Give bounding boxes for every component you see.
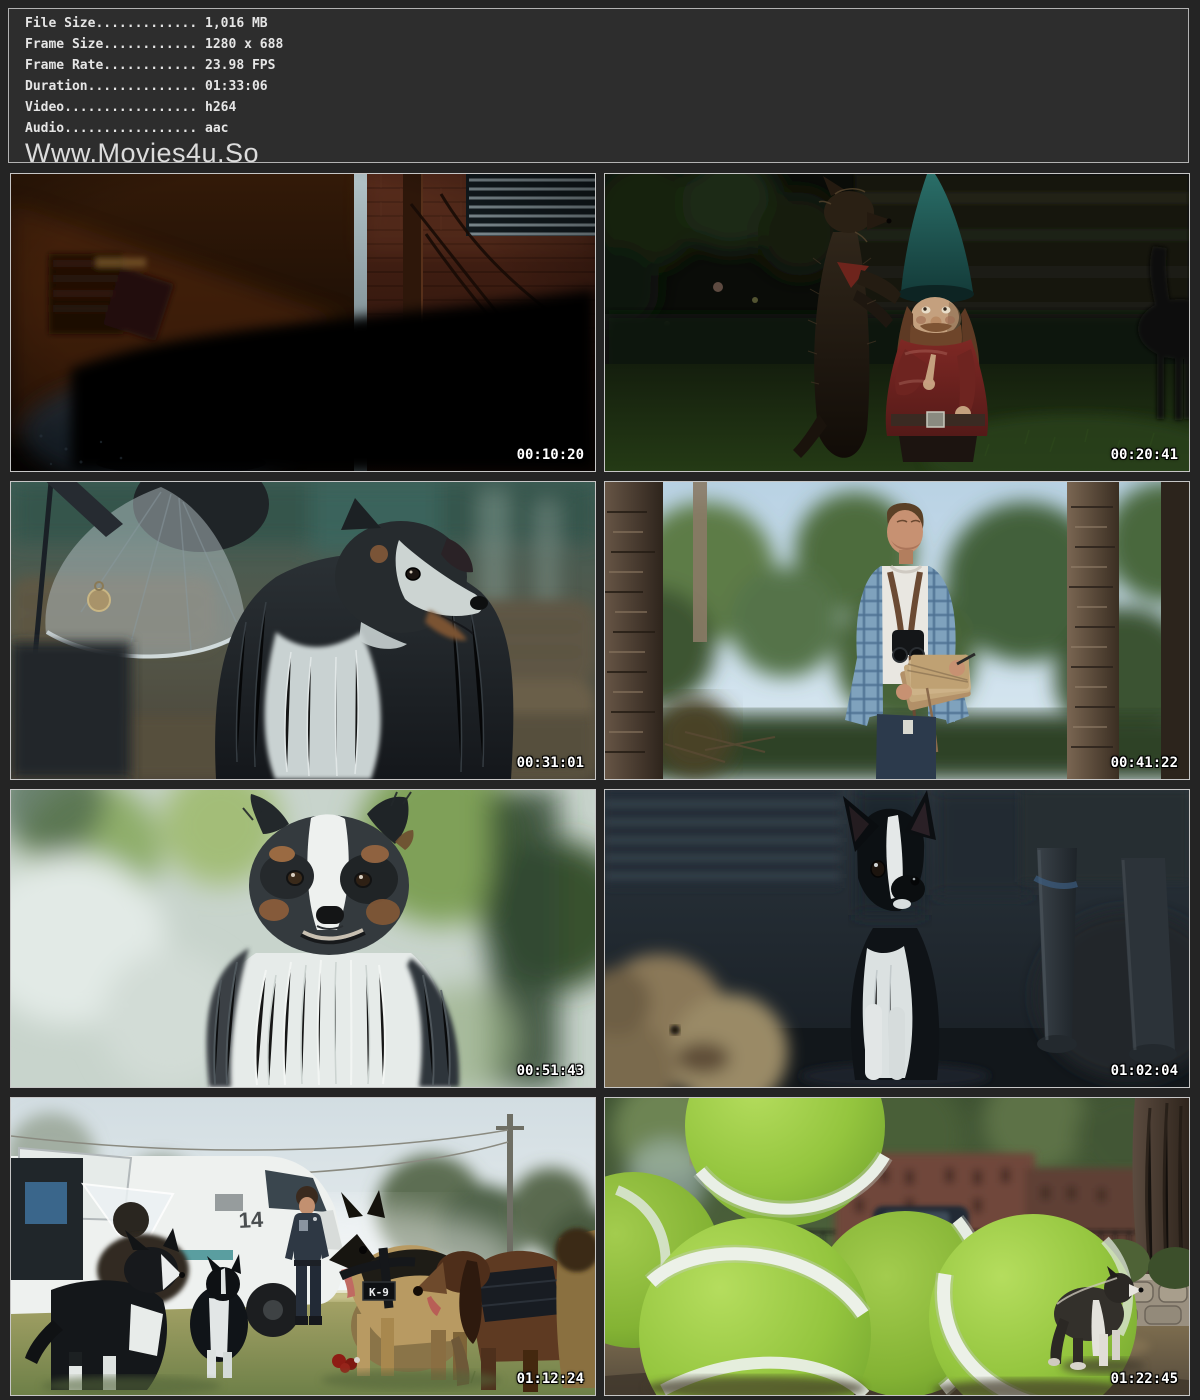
duty-belt — [294, 1260, 321, 1266]
k9-patch-label: K-9 — [369, 1286, 389, 1299]
info-frame-rate: Frame Rate............ 23.98 FPS — [25, 55, 1188, 76]
scene-art-forest-man — [605, 482, 1189, 779]
gnome-boots — [899, 436, 977, 462]
timestamp-overlay: 01:02:04 — [1111, 1063, 1178, 1079]
left-hand — [896, 684, 912, 700]
scene-art-gnome — [605, 174, 1189, 471]
tan-cheek-left — [259, 899, 289, 921]
background-slats — [605, 790, 840, 888]
timestamp-overlay: 01:22:45 — [1111, 1371, 1178, 1387]
pine-trunk-right — [1067, 482, 1119, 779]
timestamp-overlay: 00:51:43 — [517, 1063, 584, 1079]
screenshot-thumb-5[interactable]: 00:51:43 — [10, 789, 596, 1088]
info-video: Video................. h264 — [25, 97, 1188, 118]
info-audio: Audio................. aac — [25, 118, 1188, 139]
tan-brow-left — [269, 846, 295, 862]
boston-eye — [871, 861, 885, 877]
scene-art-aussie-portrait — [11, 790, 595, 1087]
info-frame-size: Frame Size............ 1280 x 688 — [25, 34, 1188, 55]
timestamp-overlay: 00:20:41 — [1111, 447, 1178, 463]
scene-art-k9-field: 14 — [11, 1098, 595, 1395]
face — [299, 1197, 315, 1215]
nose — [316, 906, 344, 924]
screenshot-thumb-7[interactable]: 14 — [10, 1097, 596, 1396]
info-duration: Duration.............. 01:33:06 — [25, 76, 1188, 97]
porch-steps — [855, 174, 1189, 334]
tan-brow-right — [361, 845, 389, 863]
dog-tag — [88, 589, 110, 611]
front-leg-2 — [889, 1007, 905, 1080]
left-eye — [287, 871, 303, 885]
blue-crate — [25, 1182, 67, 1224]
tan-cheek-right — [366, 899, 400, 925]
far-right-trunk — [1161, 482, 1189, 779]
boston-muzzle — [891, 875, 925, 903]
scene-art-barn-dogs — [11, 482, 595, 779]
screenshot-grid: 00:10:20 — [10, 173, 1190, 1396]
info-file-size: File Size............. 1,016 MB — [25, 13, 1188, 34]
thin-trunk — [693, 482, 707, 642]
scene-art-dark-garage — [11, 174, 595, 471]
timestamp-overlay: 00:31:01 — [517, 755, 584, 771]
van-number: 14 — [238, 1207, 265, 1233]
nose — [470, 596, 488, 610]
belt-card — [903, 720, 913, 734]
white-chest — [265, 632, 381, 779]
face — [887, 510, 923, 554]
pine-trunk-left — [605, 482, 663, 779]
white-chin — [893, 899, 911, 909]
screenshot-thumb-1[interactable]: 00:10:20 — [10, 173, 596, 472]
right-eye — [355, 873, 371, 887]
timestamp-overlay: 00:10:20 — [517, 447, 584, 463]
screenshot-thumb-6[interactable]: 01:02:04 — [604, 789, 1190, 1088]
timestamp-overlay: 00:41:22 — [1111, 755, 1178, 771]
tan-brow — [370, 545, 388, 563]
scene-art-boston-terrier — [605, 790, 1189, 1087]
screenshot-thumb-4[interactable]: 00:41:22 — [604, 481, 1190, 780]
timestamp-overlay: 01:12:24 — [517, 1371, 584, 1387]
large-dark-dog — [1020, 790, 1189, 1080]
right-edge-dog — [555, 1228, 595, 1388]
media-info-panel: File Size............. 1,016 MB Frame Si… — [8, 8, 1189, 163]
screenshot-thumb-8[interactable]: 01:22:45 — [604, 1097, 1190, 1396]
screenshot-thumb-3[interactable]: 00:31:01 — [10, 481, 596, 780]
eye — [406, 568, 420, 580]
screenshot-thumb-2[interactable]: 00:20:41 — [604, 173, 1190, 472]
front-leg-1 — [865, 1004, 882, 1080]
scene-art-tennis-balls — [605, 1098, 1189, 1395]
site-watermark: Www.Movies4u.So — [25, 139, 1188, 167]
